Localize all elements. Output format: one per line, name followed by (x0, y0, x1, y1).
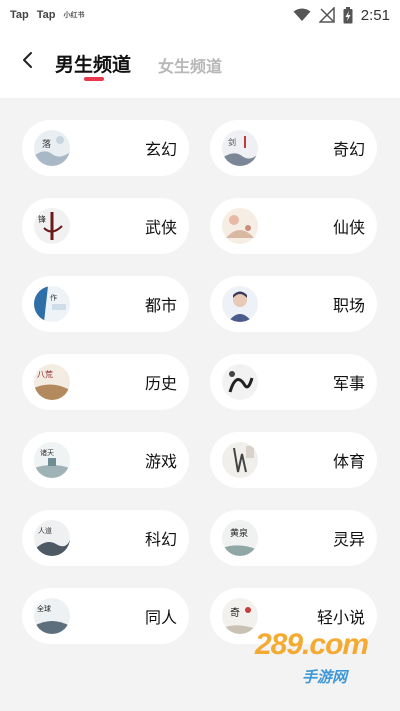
category-label: 都市 (144, 296, 177, 315)
svg-text:落: 落 (42, 138, 51, 150)
category-label: 仙侠 (332, 218, 365, 237)
category-card-tiyu[interactable]: 体育 (210, 432, 377, 488)
book-cover-image: 八荒 (34, 364, 70, 400)
book-cover-image: 剑 (222, 130, 258, 166)
book-cover-image: 黄泉 (222, 520, 258, 556)
battery-charging-icon (343, 6, 353, 24)
status-bar: Tap Tap 小红书 2:51 (0, 0, 400, 30)
category-label: 体育 (332, 452, 365, 471)
book-cover-image (222, 442, 258, 478)
category-grid: 落 玄幻 剑 奇幻 锋 武侠 仙侠 作 都市 职场 八荒 历史 军事 诸天 游戏… (22, 120, 377, 644)
svg-text:锋: 锋 (38, 214, 46, 224)
category-label: 奇幻 (332, 140, 365, 159)
channel-header: 男生频道 女生频道 (0, 30, 400, 98)
book-cover-image: 人道 (34, 520, 70, 556)
back-button[interactable] (14, 48, 42, 76)
status-right: 2:51 (293, 6, 390, 24)
book-cover-image: 作 (34, 286, 70, 322)
tab-male-channel[interactable]: 男生频道 (55, 50, 131, 77)
status-time: 2:51 (360, 6, 390, 24)
svg-text:剑: 剑 (228, 137, 236, 147)
category-card-xuanhuan[interactable]: 落 玄幻 (22, 120, 189, 176)
svg-text:诸天: 诸天 (40, 448, 54, 457)
book-cover-image (222, 286, 258, 322)
category-label: 武侠 (144, 218, 177, 237)
tab-female-channel[interactable]: 女生频道 (158, 53, 222, 77)
chevron-left-icon (21, 51, 35, 73)
book-cover-image: 诸天 (34, 442, 70, 478)
category-label: 科幻 (144, 530, 177, 549)
status-app-1: Tap (10, 9, 29, 21)
category-card-lingyi[interactable]: 黄泉 灵异 (210, 510, 377, 566)
svg-text:黄泉: 黄泉 (230, 527, 248, 539)
book-cover-image (222, 364, 258, 400)
svg-text:奇: 奇 (230, 606, 240, 619)
no-signal-icon (318, 7, 335, 23)
category-label: 同人 (144, 608, 177, 627)
category-card-qihuan[interactable]: 剑 奇幻 (210, 120, 377, 176)
watermark-subtitle: 手游网 (302, 668, 348, 686)
category-label: 轻小说 (316, 608, 365, 627)
category-card-wuxia[interactable]: 锋 武侠 (22, 198, 189, 254)
book-cover-image: 落 (34, 130, 70, 166)
category-label: 历史 (144, 374, 177, 393)
book-cover-image: 奇 (222, 598, 258, 634)
category-card-xianxia[interactable]: 仙侠 (210, 198, 377, 254)
status-app-3: 小红书 (63, 12, 85, 19)
status-left: Tap Tap 小红书 (10, 9, 85, 21)
watermark-logo: 289.com (255, 628, 369, 661)
category-card-junshi[interactable]: 军事 (210, 354, 377, 410)
book-cover-image: 锋 (34, 208, 70, 244)
category-card-tongren[interactable]: 全球 同人 (22, 588, 189, 644)
svg-text:人道: 人道 (38, 526, 52, 535)
active-tab-indicator (84, 77, 104, 81)
category-label: 灵异 (332, 530, 365, 549)
category-panel: 落 玄幻 剑 奇幻 锋 武侠 仙侠 作 都市 职场 八荒 历史 军事 诸天 游戏… (0, 98, 400, 711)
category-card-youxi[interactable]: 诸天 游戏 (22, 432, 189, 488)
book-cover-image: 全球 (34, 598, 70, 634)
category-label: 职场 (332, 296, 365, 315)
category-label: 游戏 (144, 452, 177, 471)
book-cover-image (222, 208, 258, 244)
svg-text:作: 作 (50, 293, 57, 302)
category-card-dushi[interactable]: 作 都市 (22, 276, 189, 332)
category-card-lishi[interactable]: 八荒 历史 (22, 354, 189, 410)
category-card-zhichang[interactable]: 职场 (210, 276, 377, 332)
svg-text:全球: 全球 (37, 604, 51, 613)
category-card-kehuan[interactable]: 人道 科幻 (22, 510, 189, 566)
svg-text:八荒: 八荒 (37, 369, 53, 379)
status-app-2: Tap (36, 9, 56, 21)
category-label: 玄幻 (144, 140, 177, 159)
category-label: 军事 (332, 374, 365, 393)
wifi-icon (293, 8, 311, 22)
